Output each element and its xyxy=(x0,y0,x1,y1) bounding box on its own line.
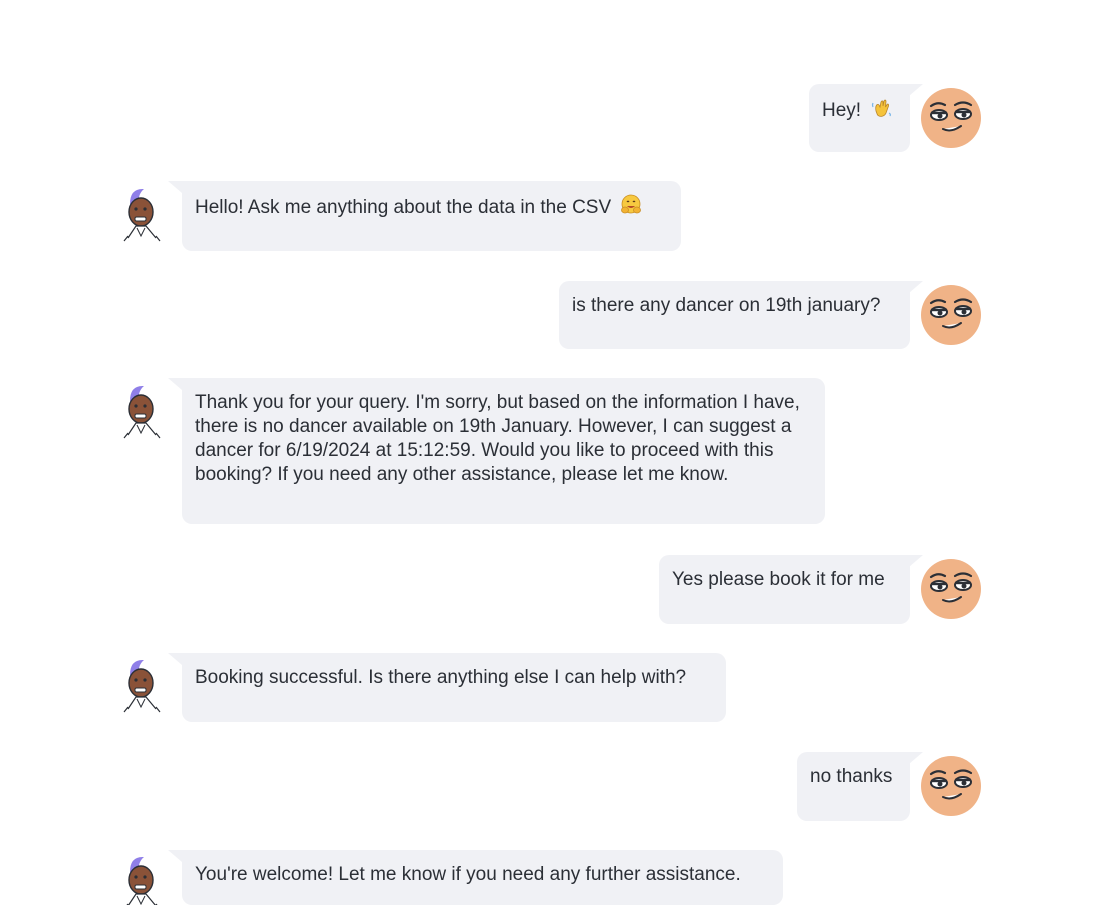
assistant-avatar xyxy=(126,856,158,905)
bubble-tail xyxy=(168,181,182,193)
waving-hand-icon xyxy=(872,99,892,117)
assistant-avatar xyxy=(123,385,161,439)
message-text: You're welcome! Let me know if you need … xyxy=(195,864,741,885)
message-text: Yes please book it for me xyxy=(672,569,885,590)
assistant-message-bubble: Booking successful. Is there anything el… xyxy=(182,653,726,722)
hugging-face-icon xyxy=(621,194,642,214)
chat-conversation: Hey! Hello! Ask me anything about the da… xyxy=(0,0,1115,905)
assistant-message-bubble: Thank you for your query. I'm sorry, but… xyxy=(182,378,825,524)
message-text: Hey! xyxy=(822,100,862,121)
user-message-bubble: is there any dancer on 19th january? xyxy=(559,281,910,349)
assistant-message-bubble: You're welcome! Let me know if you need … xyxy=(182,850,783,905)
user-avatar xyxy=(921,285,981,345)
message-text: Hello! Ask me anything about the data in… xyxy=(195,197,612,218)
message-text: no thanks xyxy=(810,766,893,787)
assistant-avatar xyxy=(123,188,161,242)
assistant-avatar xyxy=(123,659,161,713)
bubble-tail xyxy=(168,378,182,390)
message-text: is there any dancer on 19th january? xyxy=(572,295,881,316)
user-message-bubble: Yes please book it for me xyxy=(659,555,910,624)
user-avatar xyxy=(921,88,981,148)
bubble-tail xyxy=(168,653,182,665)
user-avatar xyxy=(921,559,981,619)
user-message-bubble: no thanks xyxy=(797,752,910,821)
user-avatar xyxy=(921,756,981,816)
user-message-bubble: Hey! xyxy=(809,84,910,152)
message-text: Booking successful. Is there anything el… xyxy=(195,667,687,688)
bubble-tail xyxy=(168,850,182,862)
assistant-message-bubble: Hello! Ask me anything about the data in… xyxy=(182,181,681,251)
message-text: Thank you for your query. I'm sorry, but… xyxy=(195,392,800,485)
